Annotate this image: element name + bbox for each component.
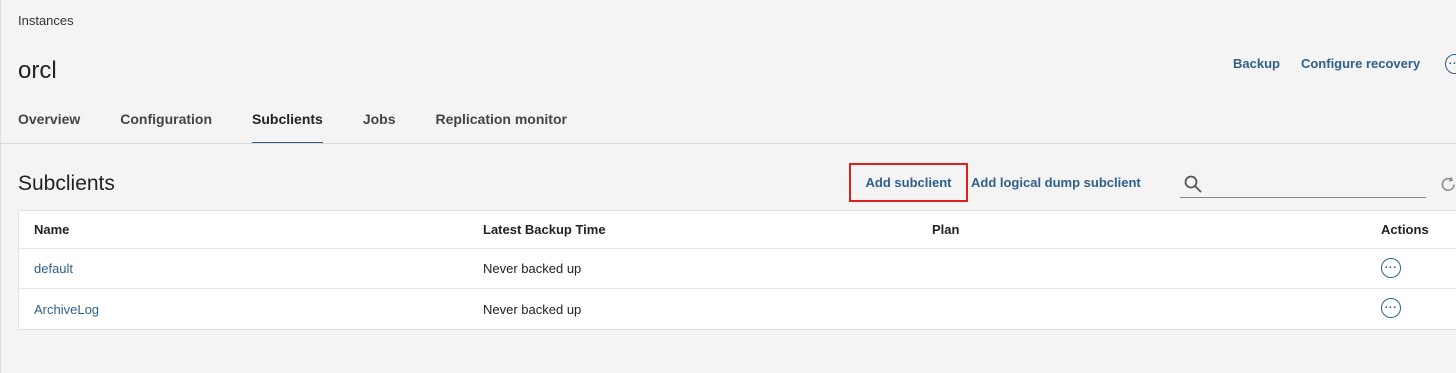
add-logical-dump-subclient-button[interactable]: Add logical dump subclient bbox=[971, 175, 1141, 190]
latest-backup-time: Never backed up bbox=[483, 301, 582, 317]
refresh-icon[interactable] bbox=[1440, 176, 1456, 193]
latest-backup-time: Never backed up bbox=[483, 261, 582, 276]
tabs-divider bbox=[1, 143, 1456, 144]
search-icon[interactable] bbox=[1184, 175, 1202, 193]
configure-recovery-link[interactable]: Configure recovery bbox=[1301, 56, 1420, 71]
page-title: orcl bbox=[18, 57, 57, 84]
add-subclient-button[interactable]: Add subclient bbox=[849, 163, 968, 202]
tab-bar: Overview Configuration Subclients Jobs R… bbox=[18, 103, 607, 144]
subclient-name-link[interactable]: ArchiveLog bbox=[34, 289, 99, 329]
subclients-table: Name Latest Backup Time Plan Actions def… bbox=[18, 210, 1456, 330]
header-actions: Backup Configure recovery bbox=[1233, 56, 1441, 71]
page: Instances orcl Backup Configure recovery… bbox=[0, 0, 1456, 373]
row-more-options-icon[interactable]: ··· bbox=[1381, 258, 1401, 278]
column-header-latest-backup-time[interactable]: Latest Backup Time bbox=[483, 211, 606, 248]
row-more-options-icon[interactable]: ··· bbox=[1381, 298, 1401, 318]
tab-jobs[interactable]: Jobs bbox=[363, 103, 396, 144]
tab-replication-monitor[interactable]: Replication monitor bbox=[436, 103, 567, 144]
breadcrumb[interactable]: Instances bbox=[18, 13, 74, 28]
search-input[interactable] bbox=[1210, 172, 1420, 196]
backup-link[interactable]: Backup bbox=[1233, 56, 1280, 71]
tab-overview[interactable]: Overview bbox=[18, 103, 80, 144]
table-row: ArchiveLog Never backed up ··· bbox=[19, 289, 1456, 329]
header-more-options-icon[interactable]: ··· bbox=[1445, 54, 1456, 74]
tab-configuration[interactable]: Configuration bbox=[120, 103, 212, 144]
table-row: default Never backed up ··· bbox=[19, 249, 1456, 289]
subclient-name-link[interactable]: default bbox=[34, 249, 73, 288]
search-box bbox=[1180, 170, 1426, 198]
column-header-plan[interactable]: Plan bbox=[932, 211, 959, 248]
section-title: Subclients bbox=[18, 172, 115, 195]
column-header-name[interactable]: Name bbox=[34, 211, 69, 248]
table-header-row: Name Latest Backup Time Plan Actions bbox=[19, 211, 1456, 249]
column-header-actions: Actions bbox=[1381, 222, 1429, 237]
tab-subclients[interactable]: Subclients bbox=[252, 103, 323, 144]
